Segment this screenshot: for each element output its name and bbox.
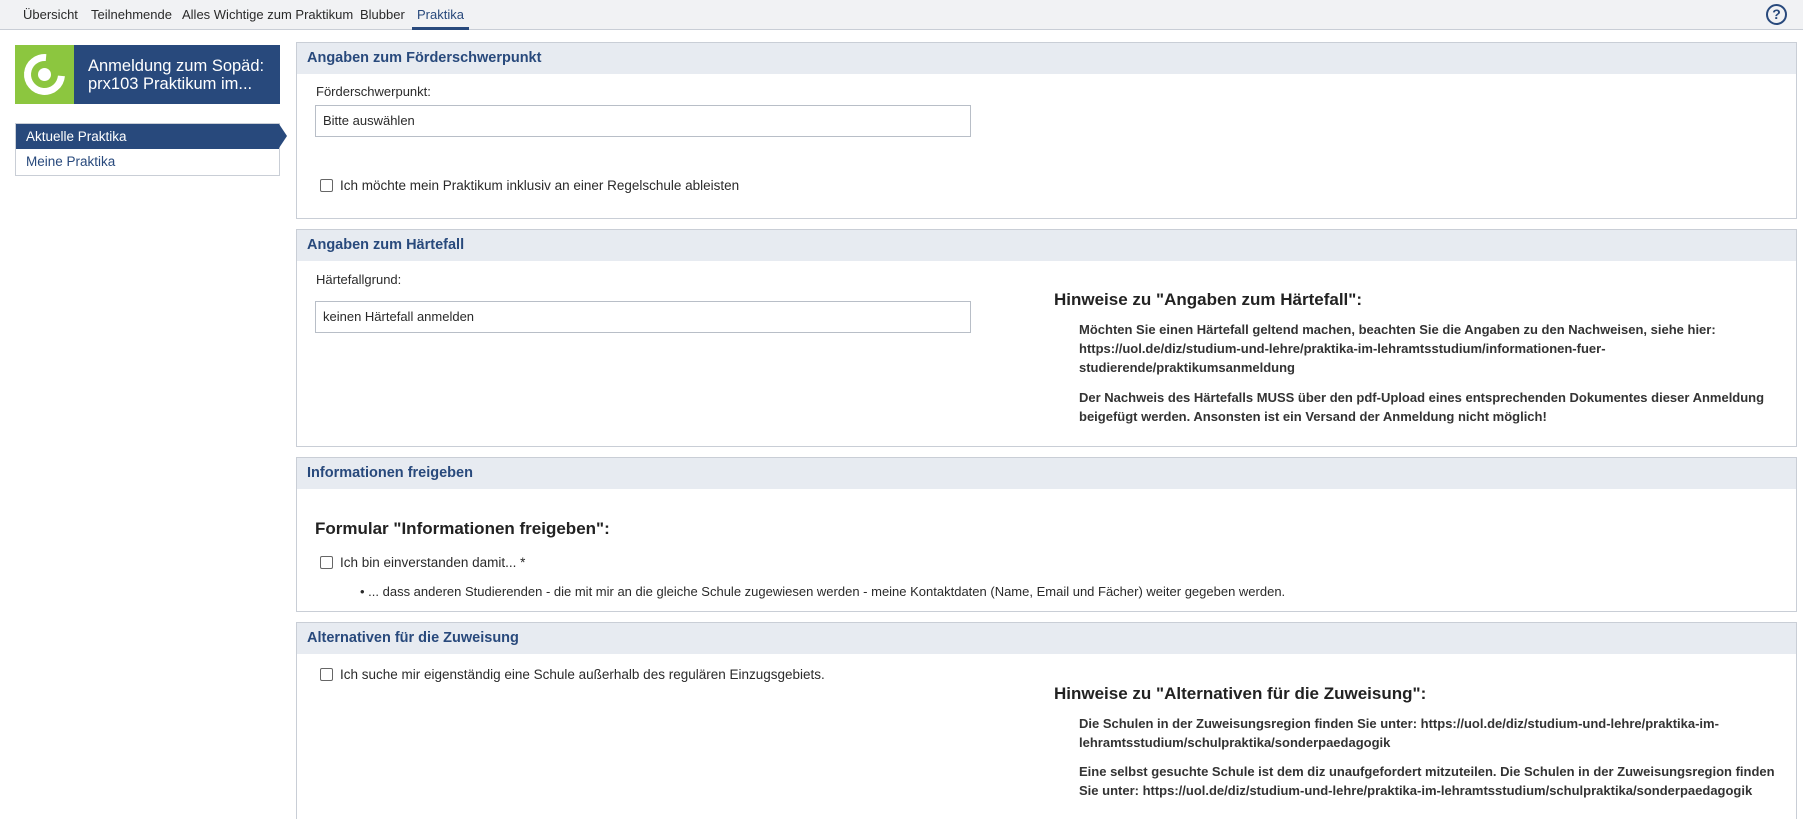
eigenstaendig-checkbox[interactable]: [320, 668, 333, 681]
tab-blubber[interactable]: Blubber: [360, 0, 405, 29]
inklusiv-checkbox-label: Ich möchte mein Praktikum inklusiv an ei…: [340, 178, 740, 193]
alternativen-hint-title: Hinweise zu "Alternativen für die Zuweis…: [1054, 684, 1427, 703]
inklusiv-checkbox-row: Ich möchte mein Praktikum inklusiv an ei…: [320, 178, 739, 193]
section-alternativen-zuweisung: Alternativen für die Zuweisung Ich suche…: [296, 622, 1797, 819]
einverstanden-checkbox[interactable]: [320, 556, 333, 569]
foerderschwerpunkt-label: Förderschwerpunkt:: [316, 84, 431, 99]
section-foerderschwerpunkt: Angaben zum Förderschwerpunkt Förderschw…: [296, 42, 1797, 219]
alternativen-hint-text-2: Eine selbst gesuchte Schule ist dem diz …: [1079, 764, 1775, 798]
course-header: Anmeldung zum Sopäd: prx103 Praktikum im…: [15, 45, 280, 104]
section-haertefall: Angaben zum Härtefall Härtefallgrund: ke…: [296, 229, 1797, 447]
einverstanden-bullet-text: • ... dass anderen Studierenden - die mi…: [360, 584, 1286, 599]
tab-uebersicht[interactable]: Übersicht: [23, 0, 78, 29]
section-title: Angaben zum Härtefall: [297, 230, 1796, 261]
alternativen-hint-text-1: Die Schulen in der Zuweisungsregion find…: [1079, 716, 1719, 750]
help-icon[interactable]: ?: [1766, 4, 1787, 25]
sidebar-item-meine-praktika[interactable]: Meine Praktika: [16, 149, 279, 174]
section-title: Angaben zum Förderschwerpunkt: [297, 43, 1796, 74]
einverstanden-checkbox-label: Ich bin einverstanden damit... *: [340, 555, 526, 570]
sidebar-navigation: Aktuelle Praktika Meine Praktika: [15, 123, 287, 176]
course-title-line2: prx103 Praktikum im...: [88, 74, 253, 93]
section-title: Informationen freigeben: [297, 458, 1796, 489]
tab-teilnehmende[interactable]: Teilnehmende: [91, 0, 172, 29]
inklusiv-checkbox[interactable]: [320, 179, 333, 192]
einverstanden-checkbox-row: Ich bin einverstanden damit... *: [320, 555, 525, 570]
section-informationen-freigeben: Informationen freigeben Formular "Inform…: [296, 457, 1797, 612]
eigenstaendig-checkbox-row: Ich suche mir eigenständig eine Schule a…: [320, 667, 825, 682]
section-title: Alternativen für die Zuweisung: [297, 623, 1796, 654]
haertefall-hint-title: Hinweise zu "Angaben zum Härtefall":: [1054, 290, 1363, 309]
haertefallgrund-label: Härtefallgrund:: [316, 272, 402, 287]
haertefall-hint-text-1: Möchten Sie einen Härtefall geltend mach…: [1079, 322, 1716, 375]
foerderschwerpunkt-select[interactable]: Bitte auswählen: [315, 105, 971, 137]
tab-alles-wichtige[interactable]: Alles Wichtige zum Praktikum: [182, 0, 353, 29]
form-title: Formular "Informationen freigeben":: [315, 519, 610, 538]
course-logo-icon: [15, 45, 74, 104]
course-title: Anmeldung zum Sopäd: prx103 Praktikum im…: [74, 57, 272, 93]
sidebar-item-aktuelle-praktika[interactable]: Aktuelle Praktika: [16, 124, 287, 149]
top-navigation: Übersicht Teilnehmende Alles Wichtige zu…: [0, 0, 1803, 30]
tab-praktika[interactable]: Praktika: [412, 0, 469, 30]
course-title-line1: Anmeldung zum Sopäd:: [88, 56, 265, 75]
haertefallgrund-select[interactable]: keinen Härtefall anmelden: [315, 301, 971, 333]
eigenstaendig-checkbox-label: Ich suche mir eigenständig eine Schule a…: [340, 667, 825, 682]
haertefall-hint-text-2: Der Nachweis des Härtefalls MUSS über de…: [1079, 390, 1765, 424]
